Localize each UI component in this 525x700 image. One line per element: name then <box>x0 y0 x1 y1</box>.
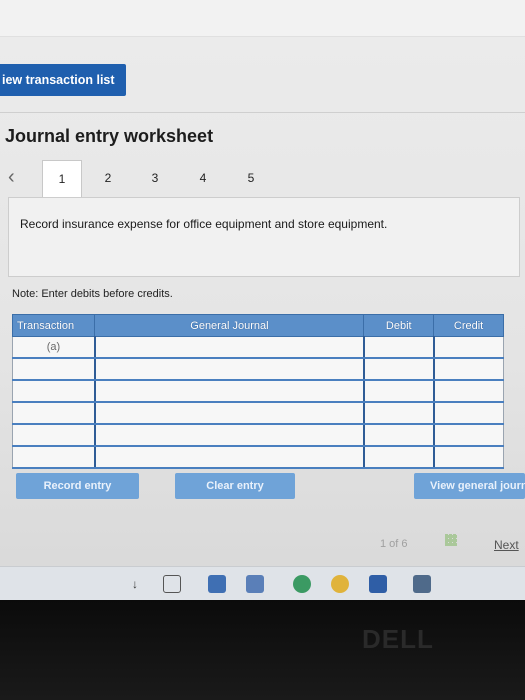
account-input[interactable] <box>93 424 365 447</box>
taskbar: ↓ <box>0 566 525 600</box>
top-strip <box>0 0 525 37</box>
account-input[interactable] <box>93 358 365 381</box>
debit-input[interactable] <box>362 336 435 359</box>
header-transaction: Transaction <box>11 314 96 337</box>
next-link[interactable]: Next <box>494 538 519 552</box>
header-general-journal: General Journal <box>94 314 365 337</box>
clear-entry-button[interactable]: Clear entry <box>175 473 295 499</box>
tab-2[interactable]: 2 <box>88 160 128 198</box>
note-text: Note: Enter debits before credits. <box>12 288 173 300</box>
header-credit: Credit <box>433 314 504 337</box>
divider <box>0 112 525 113</box>
store-icon[interactable] <box>246 575 264 593</box>
debit-input[interactable] <box>362 446 435 469</box>
word-icon[interactable] <box>369 575 387 593</box>
account-input[interactable] <box>93 380 365 403</box>
chevron-left-icon[interactable]: ‹ <box>8 166 15 189</box>
credit-input[interactable] <box>432 380 504 403</box>
view-general-journal-button[interactable]: View general journa <box>414 473 525 499</box>
tab-3[interactable]: 3 <box>135 160 175 198</box>
table-row <box>11 446 504 469</box>
debit-input[interactable] <box>362 380 435 403</box>
credit-input[interactable] <box>432 424 504 447</box>
debit-input[interactable] <box>362 402 435 425</box>
table-row <box>11 402 504 425</box>
transaction-cell: (a) <box>11 336 96 359</box>
worksheet-tabs: ‹ 1 2 3 4 5 <box>0 160 525 198</box>
credit-input[interactable] <box>432 402 504 425</box>
table-row <box>11 380 504 403</box>
edge-icon[interactable] <box>293 575 311 593</box>
debit-input[interactable] <box>362 358 435 381</box>
page-indicator: 1 of 6 <box>380 538 408 550</box>
table-row <box>11 358 504 381</box>
transaction-cell <box>11 380 96 403</box>
account-input[interactable] <box>93 446 365 469</box>
table-row: (a) <box>11 336 504 359</box>
transaction-cell <box>11 424 96 447</box>
tab-1[interactable]: 1 <box>42 160 82 198</box>
chrome-icon[interactable] <box>331 575 349 593</box>
transaction-cell <box>11 358 96 381</box>
account-input[interactable] <box>93 336 365 359</box>
instruction-box <box>8 197 520 277</box>
file-explorer-icon[interactable] <box>208 575 226 593</box>
grid-icon[interactable] <box>445 534 457 546</box>
credit-input[interactable] <box>432 358 504 381</box>
tab-5[interactable]: 5 <box>231 160 271 198</box>
view-transaction-list-button[interactable]: iew transaction list <box>0 64 126 96</box>
tab-4[interactable]: 4 <box>183 160 223 198</box>
photos-icon[interactable] <box>413 575 431 593</box>
table-row <box>11 424 504 447</box>
journal-table: Transaction General Journal Debit Credit… <box>11 314 504 469</box>
task-view-icon[interactable] <box>163 575 181 593</box>
record-entry-button[interactable]: Record entry <box>16 473 139 499</box>
page-title: Journal entry worksheet <box>5 126 214 146</box>
mic-icon[interactable]: ↓ <box>126 575 144 593</box>
screen: iew transaction list Journal entry works… <box>0 0 525 600</box>
credit-input[interactable] <box>432 446 504 469</box>
instruction-text: Record insurance expense for office equi… <box>20 217 388 231</box>
header-debit: Debit <box>363 314 435 337</box>
monitor-bezel <box>0 600 525 700</box>
transaction-cell <box>11 446 96 469</box>
account-input[interactable] <box>93 402 365 425</box>
brand-logo: DELL <box>362 624 434 654</box>
debit-input[interactable] <box>362 424 435 447</box>
transaction-cell <box>11 402 96 425</box>
credit-input[interactable] <box>432 336 504 359</box>
